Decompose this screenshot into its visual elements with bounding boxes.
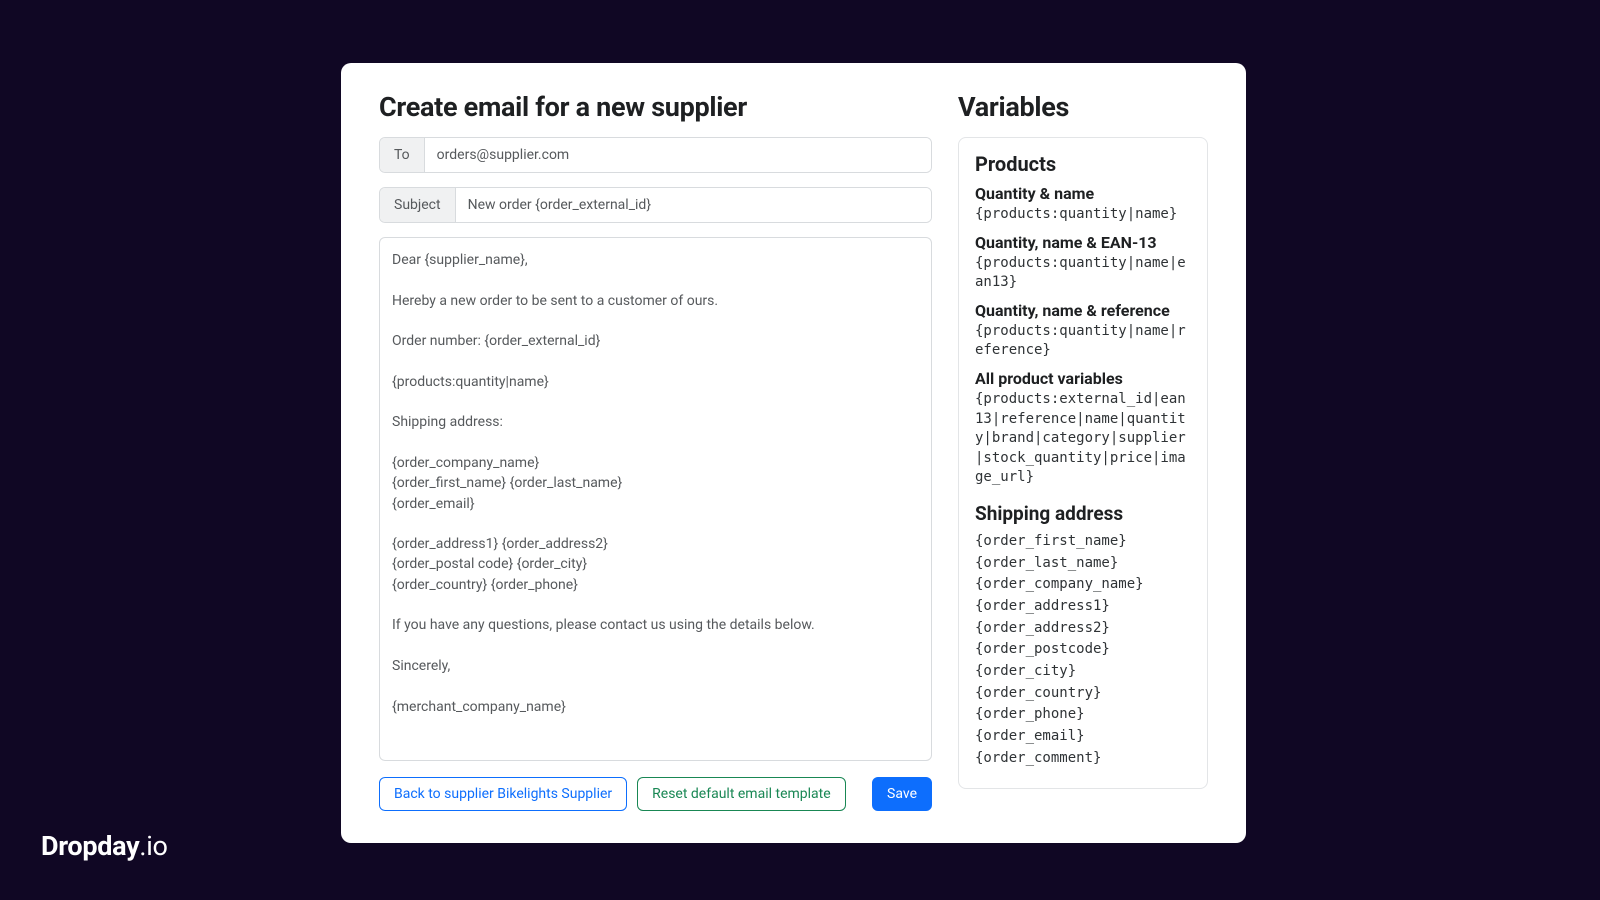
to-input[interactable] — [425, 138, 931, 172]
back-to-supplier-button[interactable]: Back to supplier Bikelights Supplier — [379, 777, 627, 811]
email-body-textarea[interactable] — [379, 237, 932, 761]
variables-title: Variables — [958, 91, 1208, 123]
email-form: Create email for a new supplier To Subje… — [379, 91, 932, 811]
subject-input[interactable] — [456, 188, 931, 222]
to-row: To — [379, 137, 932, 173]
variables-panel: Products Quantity & name {products:quant… — [958, 137, 1208, 789]
var-group-code: {products:quantity|name|reference} — [975, 322, 1191, 361]
to-label: To — [380, 138, 425, 172]
subject-label: Subject — [380, 188, 456, 222]
products-heading: Products — [975, 152, 1191, 176]
button-row: Back to supplier Bikelights Supplier Res… — [379, 777, 932, 811]
subject-row: Subject — [379, 187, 932, 223]
email-template-card: Create email for a new supplier To Subje… — [341, 63, 1246, 843]
shipping-vars-list: {order_first_name} {order_last_name} {or… — [975, 531, 1191, 770]
var-group-code: {products:quantity|name} — [975, 205, 1191, 225]
var-group-label: Quantity, name & reference — [975, 301, 1191, 320]
var-group-label: Quantity, name & EAN-13 — [975, 233, 1191, 252]
brand-bold: Dropday — [41, 830, 139, 862]
brand-thin: .io — [139, 830, 167, 862]
var-group-label: Quantity & name — [975, 184, 1191, 203]
variables-column: Variables Products Quantity & name {prod… — [958, 91, 1208, 811]
shipping-heading: Shipping address — [975, 502, 1191, 525]
save-button[interactable]: Save — [872, 777, 932, 811]
var-group-label: All product variables — [975, 369, 1191, 388]
brand-logo: Dropday.io — [41, 830, 168, 862]
page-title: Create email for a new supplier — [379, 91, 932, 123]
var-group-code: {products:quantity|name|ean13} — [975, 254, 1191, 293]
var-group-code: {products:external_id|ean13|reference|na… — [975, 390, 1191, 488]
reset-template-button[interactable]: Reset default email template — [637, 777, 846, 811]
